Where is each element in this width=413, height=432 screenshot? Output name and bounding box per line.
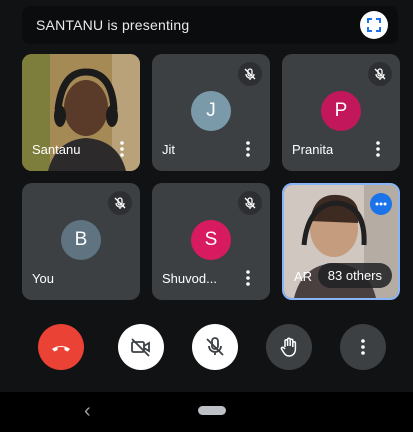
mic-off-icon (244, 68, 256, 80)
more-options-button[interactable] (340, 324, 386, 370)
more-vert-icon (361, 339, 365, 355)
participant-name: Jit (162, 142, 175, 157)
mic-off-icon (114, 197, 126, 209)
mic-off-indicator (238, 62, 262, 86)
presenting-banner: SANTANU is presenting (22, 6, 398, 44)
participant-name: Shuvod... (162, 271, 217, 286)
participant-tile-others[interactable]: AR 83 others (282, 183, 400, 300)
more-options-button[interactable] (244, 268, 252, 288)
mic-off-indicator (368, 62, 392, 86)
participant-tile-you[interactable]: B You (22, 183, 140, 300)
back-button[interactable]: ‹ (84, 400, 91, 423)
fullscreen-icon (367, 18, 381, 32)
raise-hand-button[interactable] (266, 324, 312, 370)
more-options-button[interactable] (118, 139, 126, 159)
more-vert-icon (246, 270, 250, 286)
participant-tile-santanu[interactable]: Santanu (22, 54, 140, 171)
more-vert-icon (246, 141, 250, 157)
system-nav-bar: ‹ (0, 392, 413, 432)
participant-name: You (32, 271, 54, 286)
avatar: S (191, 219, 231, 260)
participant-tile-pranita[interactable]: P Pranita (282, 54, 400, 171)
avatar: J (191, 90, 231, 131)
hand-icon (280, 337, 297, 357)
mic-toggle-button[interactable] (192, 324, 238, 370)
mic-off-icon (244, 197, 256, 209)
others-count-chip[interactable]: 83 others (317, 263, 392, 288)
audio-level-icon (375, 202, 387, 206)
mic-off-indicator (108, 191, 132, 215)
mic-off-icon (374, 68, 386, 80)
end-call-button[interactable] (38, 324, 84, 370)
fullscreen-button[interactable] (360, 11, 388, 39)
more-options-button[interactable] (244, 139, 252, 159)
participant-name: Pranita (292, 142, 334, 157)
speaking-indicator (370, 193, 392, 215)
participant-tile-shuvod[interactable]: S Shuvod... (152, 183, 270, 300)
camera-toggle-button[interactable] (118, 324, 164, 370)
hang-up-icon (52, 346, 70, 352)
participant-tile-jit[interactable]: J Jit (152, 54, 270, 171)
avatar: P (321, 90, 361, 131)
participant-name: Santanu (32, 142, 81, 157)
more-vert-icon (120, 141, 124, 157)
presenting-text: SANTANU is presenting (36, 17, 190, 33)
avatar: B (61, 219, 101, 260)
participant-name: AR (294, 269, 313, 284)
camera-off-icon (131, 338, 150, 357)
more-options-button[interactable] (374, 139, 382, 159)
home-button[interactable] (198, 406, 226, 415)
more-vert-icon (376, 141, 380, 157)
mic-off-indicator (238, 191, 262, 215)
mic-off-icon (206, 337, 224, 356)
